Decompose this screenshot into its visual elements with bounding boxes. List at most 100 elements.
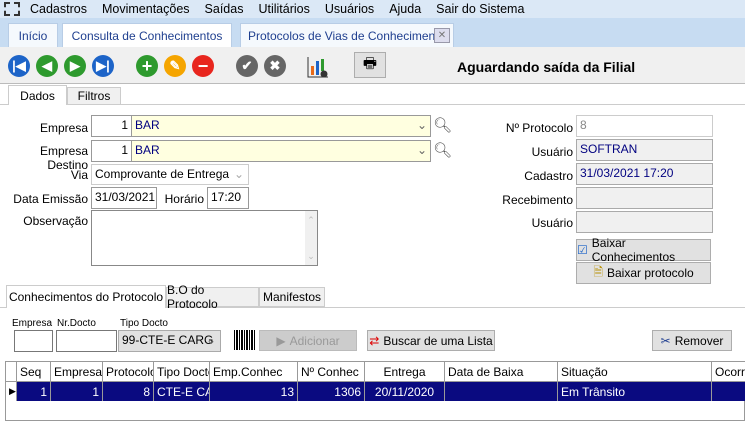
nrdocto-label: Nr.Docto — [57, 318, 96, 329]
menu-ajuda[interactable]: Ajuda — [389, 2, 421, 16]
horario-input[interactable]: 17:20 — [207, 187, 249, 209]
chart-settings-icon[interactable] — [307, 56, 329, 78]
tab-bo-protocolo[interactable]: B.O do Protocolo — [166, 283, 259, 311]
menu-sair[interactable]: Sair do Sistema — [436, 2, 524, 16]
add-icon[interactable]: + — [136, 55, 158, 77]
empresa-code-input[interactable]: 1 — [91, 115, 132, 137]
chevron-down-icon: ⌄ — [416, 118, 427, 132]
column-header[interactable]: Data de Baixa — [445, 362, 558, 382]
scrollbar[interactable]: ⌃ ⌄ — [305, 211, 317, 265]
adicionar-button[interactable]: ▶ Adicionar — [259, 330, 357, 351]
table-cell[interactable]: 13 — [210, 382, 298, 401]
destino-value: BAR — [135, 143, 160, 157]
empresa-label: Empresa — [39, 121, 88, 135]
table-cell[interactable]: 8 — [103, 382, 154, 401]
observacao-label: Observação — [23, 214, 88, 228]
cancel-icon[interactable]: ✖ — [264, 55, 286, 77]
search-icon[interactable]: 🔍︎ — [433, 116, 452, 134]
checklist-icon: ☑ — [577, 243, 588, 257]
table-cell[interactable]: Em Trânsito — [558, 382, 712, 401]
table-cell[interactable]: CTE-E CAR — [154, 382, 210, 401]
column-header[interactable]: Seq — [17, 362, 51, 382]
data-emissao-label: Data Emissão — [13, 192, 88, 206]
column-header[interactable]: Entrega — [365, 362, 445, 382]
close-icon[interactable]: ✕ — [434, 28, 450, 43]
chevron-down-icon: ⌄ — [416, 143, 427, 157]
document-tabs: Início Consulta de Conhecimentos Protoco… — [0, 18, 745, 47]
usuario-recebimento-label: Usuário — [531, 216, 573, 230]
table-cell[interactable]: 1 — [17, 382, 51, 401]
cadastro-field: 31/03/2021 17:20 — [576, 163, 713, 185]
column-header[interactable]: Nº Conhec — [298, 362, 365, 382]
delete-icon[interactable]: − — [192, 55, 214, 77]
recebimento-label: Recebimento — [502, 193, 573, 207]
table-cell[interactable]: 20/11/2020 — [365, 382, 445, 401]
confirm-icon[interactable]: ✔ — [236, 55, 258, 77]
table-cell[interactable]: 1306 — [298, 382, 365, 401]
add-document-icon: ▶ — [276, 333, 286, 348]
column-header[interactable]: Situação — [558, 362, 712, 382]
observacao-textarea[interactable] — [91, 210, 318, 266]
conhecimentos-grid[interactable]: Seq Empresa Protocolo Tipo Docto Emp.Con… — [5, 361, 745, 421]
tab-dados[interactable]: Dados — [8, 85, 67, 105]
previous-icon[interactable]: ◀ — [36, 55, 58, 77]
protocolo-label: Nº Protocolo — [505, 121, 573, 135]
destino-code-input[interactable]: 1 — [91, 140, 132, 162]
usuario-recebimento-field — [576, 211, 713, 233]
column-header[interactable]: Emp.Conhec — [210, 362, 298, 382]
menu-movimentacoes[interactable]: Movimentações — [102, 2, 190, 16]
table-cell[interactable] — [712, 382, 745, 401]
table-cell[interactable]: 1 — [51, 382, 103, 401]
row-indicator-icon: ▶ — [6, 382, 17, 401]
next-icon[interactable]: ▶ — [64, 55, 86, 77]
horario-label: Horário — [164, 192, 204, 206]
document-icon: 🗎 — [593, 264, 603, 279]
column-header[interactable]: Ocorrê — [712, 362, 745, 382]
indicator-header — [6, 362, 17, 382]
baixar-conhecimentos-button[interactable]: ☑ Baixar Conhecimentos — [576, 236, 711, 264]
tab-protocolos[interactable]: Protocolos de Vias de Conhecimento ✕ — [240, 23, 454, 47]
lower-empresa-input[interactable] — [14, 330, 53, 352]
cadastro-label: Cadastro — [524, 169, 573, 183]
button-label: Buscar de uma Lista — [383, 333, 493, 348]
remover-button[interactable]: ✂ Remover — [652, 330, 732, 351]
via-select[interactable]: Comprovante de Entrega ⌄ — [91, 164, 249, 185]
via-value: Comprovante de Entrega — [95, 167, 230, 181]
search-icon[interactable]: 🔍︎ — [433, 141, 452, 159]
menu-utilitarios[interactable]: Utilitários — [258, 2, 309, 16]
chevron-down-icon: ⌄ — [205, 333, 216, 347]
edit-icon[interactable]: ✎ — [164, 55, 186, 77]
data-emissao-input[interactable]: 31/03/2021 — [91, 187, 157, 209]
nrdocto-input[interactable] — [56, 330, 117, 352]
tab-filtros[interactable]: Filtros — [67, 87, 121, 105]
last-icon[interactable]: ▶| — [92, 55, 114, 77]
via-label: Via — [70, 168, 88, 182]
empresa-select[interactable]: BAR ⌄ — [131, 115, 431, 137]
lower-empresa-label: Empresa — [12, 318, 53, 329]
table-cell[interactable] — [445, 382, 558, 401]
tipo-docto-label: Tipo Docto — [120, 318, 168, 329]
menu-cadastros[interactable]: Cadastros — [30, 2, 87, 16]
button-label: Baixar protocolo — [606, 266, 694, 280]
column-header[interactable]: Tipo Docto — [154, 362, 210, 382]
barcode-icon[interactable] — [234, 330, 256, 350]
tipo-docto-value: 99-CTE-E CARG — [122, 333, 214, 347]
list-icon: ⇄ — [369, 333, 380, 348]
usuario-field: SOFTRAN — [576, 139, 713, 161]
baixar-protocolo-button[interactable]: 🗎 Baixar protocolo — [576, 262, 711, 284]
menu-usuarios[interactable]: Usuários — [325, 2, 374, 16]
column-header[interactable]: Empresa — [51, 362, 103, 382]
column-header[interactable]: Protocolo — [103, 362, 154, 382]
button-label: Remover — [674, 333, 724, 348]
tab-consulta-conhecimentos[interactable]: Consulta de Conhecimentos — [62, 23, 232, 47]
tab-inicio[interactable]: Início — [8, 23, 58, 47]
buscar-lista-button[interactable]: ⇄ Buscar de uma Lista — [367, 330, 495, 351]
destino-select[interactable]: BAR ⌄ — [131, 140, 431, 162]
first-icon[interactable]: |◀ — [8, 55, 30, 77]
tipo-docto-select[interactable]: 99-CTE-E CARG ⌄ — [118, 330, 221, 352]
menu-bar: Cadastros Movimentações Saídas Utilitári… — [0, 0, 745, 18]
print-button[interactable]: 🖶 — [354, 52, 386, 78]
tab-conhecimentos-protocolo[interactable]: Conhecimentos do Protocolo — [6, 285, 166, 308]
tab-manifestos[interactable]: Manifestos — [259, 287, 325, 307]
menu-saidas[interactable]: Saídas — [205, 2, 244, 16]
